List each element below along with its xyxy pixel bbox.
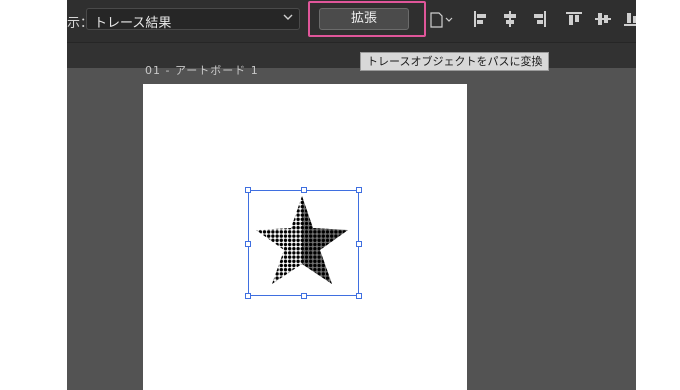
selection-bounding-box[interactable] bbox=[245, 187, 362, 299]
align-bottom-icon[interactable] bbox=[623, 10, 636, 28]
view-select-value: トレース結果 bbox=[94, 16, 172, 31]
illustrator-window: 示： トレース結果 拡張 01 - アートボード 1 トレースオブジェクトをパス… bbox=[67, 0, 636, 390]
align-top-icon[interactable] bbox=[565, 10, 583, 28]
align-right-icon[interactable] bbox=[530, 10, 548, 28]
resize-handle-top-left[interactable] bbox=[245, 187, 251, 193]
resize-handle-bottom-left[interactable] bbox=[245, 293, 251, 299]
artboard-label: 01 - アートボード 1 bbox=[145, 64, 259, 77]
align-vcenter-icon[interactable] bbox=[594, 10, 612, 28]
align-hcenter-icon[interactable] bbox=[501, 10, 519, 28]
resize-handle-bottom[interactable] bbox=[301, 293, 307, 299]
chevron-down-icon bbox=[283, 14, 293, 20]
control-bar: 示： トレース結果 拡張 bbox=[67, 0, 636, 42]
expand-button[interactable]: 拡張 bbox=[319, 8, 409, 30]
align-left-icon[interactable] bbox=[472, 10, 490, 28]
resize-handle-top-right[interactable] bbox=[356, 187, 362, 193]
resize-handle-left[interactable] bbox=[245, 241, 251, 247]
view-select[interactable]: トレース結果 bbox=[86, 8, 300, 31]
tooltip: トレースオブジェクトをパスに変換 bbox=[360, 52, 550, 71]
document-icon[interactable] bbox=[429, 10, 457, 30]
resize-handle-top[interactable] bbox=[301, 187, 307, 193]
resize-handle-bottom-right[interactable] bbox=[356, 293, 362, 299]
resize-handle-right[interactable] bbox=[356, 241, 362, 247]
